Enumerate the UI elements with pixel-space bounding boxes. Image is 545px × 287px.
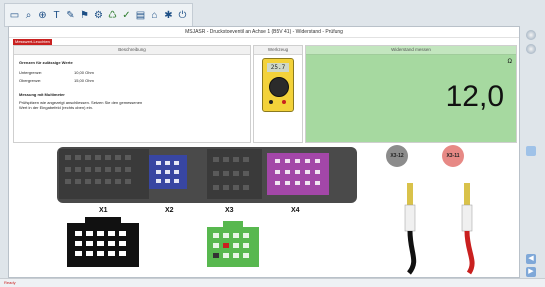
multimeter-dial bbox=[269, 77, 289, 97]
resistance-header: Widerstand messen bbox=[306, 46, 516, 55]
window-title: MSJASR - Druckstoeventil an Achse 1 (B5V… bbox=[9, 27, 519, 38]
right-sidebar: ◀ ▶ bbox=[521, 26, 541, 277]
multimeter-port-red bbox=[282, 100, 286, 104]
probe-badge-red: X3-11 bbox=[442, 145, 464, 167]
probe-badge-black: X3-12 bbox=[386, 145, 408, 167]
description-panel: Beschreibung Grenzen für zulässige Werte… bbox=[13, 45, 251, 143]
settings-icon[interactable]: ✱ bbox=[162, 8, 175, 22]
connector-label-x4: X4 bbox=[291, 207, 300, 214]
info-button[interactable] bbox=[526, 44, 536, 54]
red-probe bbox=[461, 183, 475, 275]
lower-value: 10,00 Ohm bbox=[74, 70, 94, 75]
multimeter-port-black bbox=[269, 100, 273, 104]
edit-icon[interactable]: ✎ bbox=[64, 8, 77, 22]
exit-icon[interactable]: ⏻ bbox=[176, 8, 189, 22]
procedure-heading: Messung mit Multimeter bbox=[19, 92, 65, 97]
lower-label: Untergrenze: bbox=[19, 70, 43, 75]
settings-button[interactable] bbox=[526, 30, 536, 40]
tool-panel: Werkzeug 25.7 bbox=[253, 45, 303, 143]
upper-value: 15,00 Ohm bbox=[74, 78, 94, 83]
status-text: Ready bbox=[4, 280, 16, 285]
resistance-value-field[interactable]: 12,0 bbox=[446, 80, 504, 114]
toolbar: ▭ ⌕ ⊕ T ✎ ⚑ ⚙ ♺ ✓ ▤ ⌂ ✱ ⏻ bbox=[4, 3, 193, 27]
unit-label: Ω bbox=[507, 59, 513, 65]
monitor-icon[interactable]: ▭ bbox=[8, 8, 21, 22]
limits-heading: Grenzen für zulässige Werte bbox=[19, 60, 73, 65]
app-window: ▭ ⌕ ⊕ T ✎ ⚑ ⚙ ♺ ✓ ▤ ⌂ ✱ ⏻ MSJASR - Druck… bbox=[0, 0, 545, 287]
recycle-icon[interactable]: ♺ bbox=[106, 8, 119, 22]
home-icon[interactable]: ⌂ bbox=[148, 8, 161, 22]
document-icon[interactable]: ▤ bbox=[134, 8, 147, 22]
connector-label-x1: X1 bbox=[99, 207, 108, 214]
nav-side-button[interactable] bbox=[526, 146, 536, 156]
zoom-icon[interactable]: ⊕ bbox=[36, 8, 49, 22]
black-probe bbox=[404, 183, 417, 275]
connector-svg bbox=[57, 147, 475, 275]
procedure-text: Prüfspitzen wie angezeigt anschliessen. … bbox=[19, 100, 143, 110]
multimeter-display: 25.7 bbox=[267, 63, 289, 72]
forward-arrow-icon[interactable]: ▶ bbox=[526, 267, 536, 277]
back-arrow-icon[interactable]: ◀ bbox=[526, 254, 536, 264]
connector-diagram: X1 X2 X3 X4 X3-12 X3-11 bbox=[9, 143, 519, 275]
x2-pins bbox=[156, 161, 179, 183]
connector-label-x3: X3 bbox=[225, 207, 234, 214]
check-icon[interactable]: ✓ bbox=[120, 8, 133, 22]
upper-label: Obergrenze: bbox=[19, 78, 42, 83]
gear-icon[interactable]: ⚙ bbox=[92, 8, 105, 22]
connector-label-x2: X2 bbox=[165, 207, 174, 214]
flag-icon[interactable]: ⚑ bbox=[78, 8, 91, 22]
description-header: Beschreibung bbox=[14, 46, 250, 55]
tools-icon[interactable]: T bbox=[50, 8, 63, 22]
multimeter-icon: 25.7 bbox=[262, 58, 294, 112]
search-icon[interactable]: ⌕ bbox=[22, 8, 35, 22]
block-x1 bbox=[59, 149, 149, 199]
tool-header: Werkzeug bbox=[254, 46, 302, 55]
resistance-panel: Widerstand messen Ω 12,0 bbox=[305, 45, 517, 143]
main-panel: MSJASR - Druckstoeventil an Achse 1 (B5V… bbox=[8, 26, 520, 278]
